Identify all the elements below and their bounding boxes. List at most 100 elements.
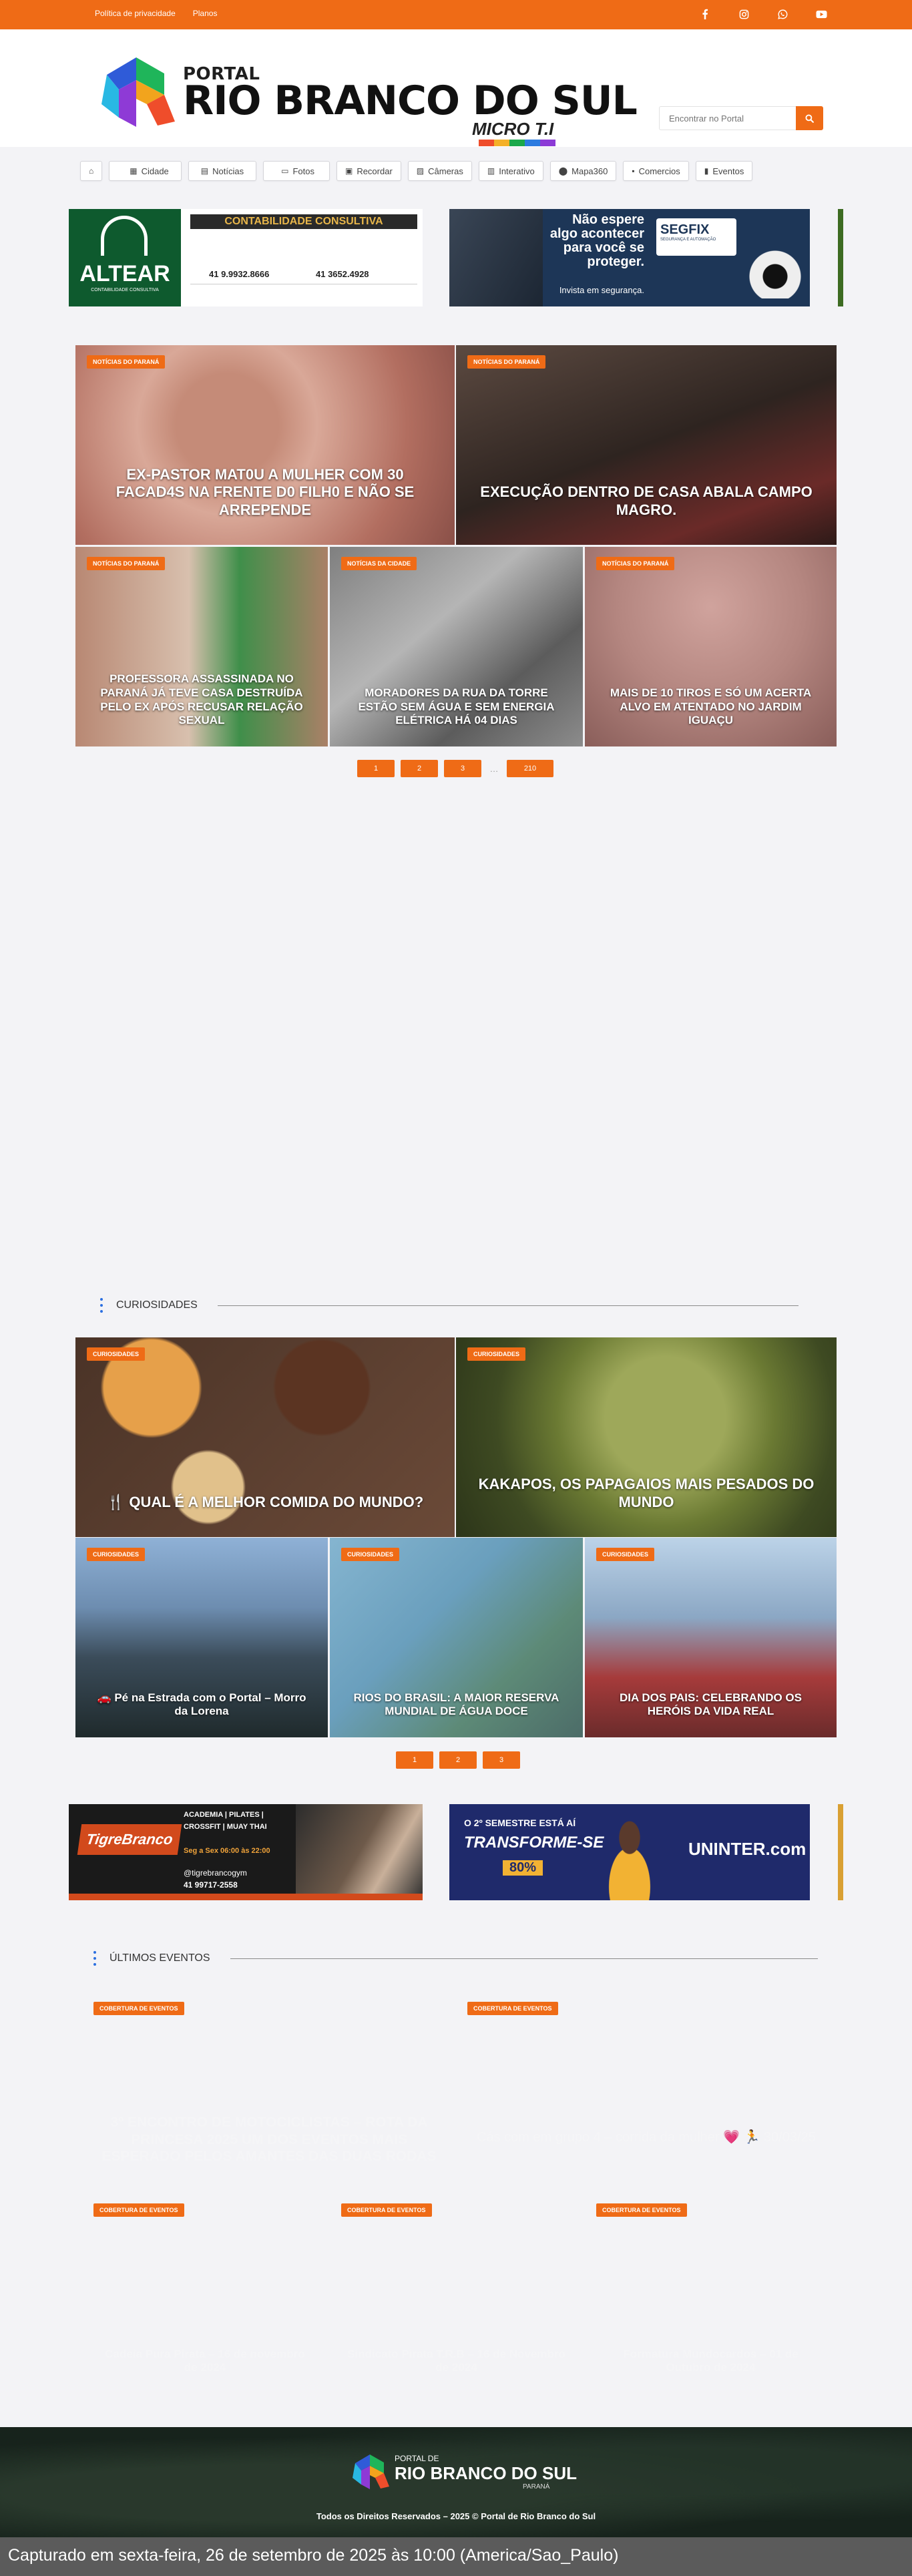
curiosity-tag[interactable]: CURIOSIDADES [596,1548,655,1561]
news-tag[interactable]: NOTÍCIAS DO PARANÁ [87,355,166,369]
capture-caption: Capturado em sexta-feira, 26 de setembro… [0,2537,912,2576]
ad-banner-uninter[interactable]: O 2º SEMESTRE ESTÁ AÍ TRANSFORME-SE 80% … [449,1804,810,1900]
curiosity-title[interactable]: 🍴 QUAL É A MELHOR COMIDA DO MUNDO? [89,1494,441,1537]
instagram-icon[interactable] [737,7,750,21]
event-tag[interactable]: COBERTURA DE EVENTOS [93,2002,184,2015]
curiosity-title[interactable]: KAKAPOS, OS PAPAGAIOS MAIS PESADOS DO MU… [456,1476,837,1537]
event-card[interactable]: COBERTURA DE EVENTOS Formatura Mundocard… [585,2193,837,2394]
nav-interativo[interactable]: ▥ Interativo [478,161,543,181]
plans-link[interactable]: Planos [193,9,218,18]
search-button[interactable] [796,106,823,130]
book-icon: ▮ [704,166,709,176]
news-card[interactable]: NOTÍCIAS DO PARANÁ EX-PASTOR MAT0U A MUL… [75,345,455,545]
tigre-hours: Seg a Sex 06:00 às 22:00 [184,1847,270,1855]
nav-fotos[interactable]: ▭ Fotos [263,161,330,181]
event-card[interactable]: COBERTURA DE EVENTOS Cadeia Pura Pirata … [82,2193,328,2394]
footer-logo-small: PORTAL DE [395,2454,439,2463]
youtube-icon[interactable] [815,7,828,21]
ad-banner-altear[interactable]: ALTEAR CONTABILIDADE CONSULTIVA CONTABIL… [69,209,423,306]
event-tag[interactable]: COBERTURA DE EVENTOS [596,2203,687,2217]
site-logo[interactable]: PORTAL RIO BRANCO DO SUL MICRO T.I [95,44,638,161]
page-link[interactable]: 3 [483,1751,520,1769]
news-tag[interactable]: NOTÍCIAS DO PARANÁ [596,557,675,570]
news-title[interactable]: EX-PASTOR MAT0U A MULHER COM 30 FACAD4S … [75,466,455,545]
whatsapp-icon[interactable] [776,7,789,21]
nav-eventos[interactable]: ▮ Eventos [695,161,753,181]
photos-icon: ▭ [281,166,289,176]
curiosity-tag[interactable]: CURIOSIDADES [341,1548,400,1561]
curiosity-card[interactable]: CURIOSIDADES KAKAPOS, OS PAPAGAIOS MAIS … [456,1337,837,1537]
event-title[interactable]: Sindicato Pirata T.R.B – 16 de Novembro … [330,2348,583,2394]
segfix-brand-box: SEGFIX SEGURANÇA E AUTOMAÇÃO [656,218,736,256]
search-input[interactable] [659,106,796,130]
privacy-policy-link[interactable]: Política de privacidade [95,9,176,18]
news-title[interactable]: MORADORES DA RUA DA TORRE ESTÃO SEM ÁGUA… [330,686,583,746]
event-title[interactable]: Cadeia Pura Pirata – 16 de novembro de 2… [82,2348,328,2394]
nav-cameras[interactable]: ▨ Câmeras [407,161,472,181]
page-link[interactable]: 3 [444,760,481,777]
page-link[interactable]: 2 [401,760,438,777]
tigre-address-strip [69,1894,423,1900]
altear-phone-2: 41 3652.4928 [316,269,369,279]
curiosity-tag[interactable]: CURIOSIDADES [467,1347,526,1361]
curiosity-title[interactable]: 🚗 Pé na Estrada com o Portal – Morro da … [75,1691,328,1737]
altear-sub: CONTABILIDADE CONSULTIVA [91,288,159,292]
curiosity-tag[interactable]: CURIOSIDADES [87,1548,146,1561]
logo-mark-icon [101,57,175,127]
news-tag[interactable]: NOTÍCIAS DO PARANÁ [467,355,546,369]
news-card[interactable]: NOTÍCIAS DO PARANÁ PROFESSORA ASSASSINAD… [75,547,328,746]
news-tag[interactable]: NOTÍCIAS DO PARANÁ [87,557,166,570]
event-title[interactable]: Cás com em grupo 4 – corrida da mulher 💗… [459,2129,833,2192]
event-card[interactable]: COBERTURA DE EVENTOS Sindicato Pirata T.… [330,2193,583,2394]
event-tag[interactable]: COBERTURA DE EVENTOS [467,2002,558,2015]
news-title[interactable]: PROFESSORA ASSASSINADA NO PARANÁ JÁ TEVE… [75,672,328,746]
footer-logo[interactable]: PORTAL DE RIO BRANCO DO SUL PARANÁ [349,2444,577,2498]
ad-banner-tigre-branco[interactable]: TigreBranco ACADEMIA | PILATES | CROSSFI… [69,1804,423,1900]
curiosity-card[interactable]: CURIOSIDADES 🍴 QUAL É A MELHOR COMIDA DO… [75,1337,455,1537]
nav-comercios[interactable]: ▪ Comercios [623,161,689,181]
uninter-brand: UNINTER.com [688,1839,807,1859]
curiosity-card[interactable]: CURIOSIDADES 🚗 Pé na Estrada com o Porta… [75,1538,328,1737]
news-tag[interactable]: NOTÍCIAS DA CIDADE [341,557,417,570]
news-card[interactable]: NOTÍCIAS DO PARANÁ MAIS DE 10 TIROS E SÓ… [585,547,837,746]
event-tag[interactable]: COBERTURA DE EVENTOS [341,2203,432,2217]
event-title[interactable]: Formatura Mundocardos – 01 de Outubro de… [585,2348,837,2394]
nav-home[interactable]: ⌂ [80,161,103,181]
nav-recordar[interactable]: ▣ Recordar [336,161,401,181]
event-card[interactable]: COBERTURA DE EVENTOS 3º ENCONTRO DE MOTO… [82,1992,456,2192]
curiosity-title[interactable]: RIOS DO BRASIL: A MAIOR RESERVA MUNDIAL … [330,1691,583,1737]
tigre-brand: TigreBranco [77,1824,182,1855]
tigre-photo [296,1804,423,1900]
page-link[interactable]: 2 [439,1751,477,1769]
section-heading: ÚLTIMOS EVENTOS [93,1951,828,1966]
tigre-handle: @tigrebrancogym [184,1868,247,1878]
logo-color-ribbon [479,140,555,146]
uninter-pct: 80% [503,1860,543,1876]
event-card[interactable]: COBERTURA DE EVENTOS Cás com em grupo 4 … [456,1992,837,2192]
ad-banner-segfix[interactable]: Não espere algo acontecer para você se p… [449,209,810,306]
curiosity-card[interactable]: CURIOSIDADES RIOS DO BRASIL: A MAIOR RES… [330,1538,583,1737]
page-link[interactable]: 210 [507,760,553,777]
city-icon: ▦ [130,166,138,176]
social-links [698,7,828,21]
curiosity-tag[interactable]: CURIOSIDADES [87,1347,146,1361]
page-link[interactable]: 1 [357,760,395,777]
event-tag[interactable]: COBERTURA DE EVENTOS [93,2203,184,2217]
altear-phone-1: 41 9.9932.8666 [209,269,270,279]
news-card[interactable]: NOTÍCIAS DO PARANÁ EXECUÇÃO DENTRO DE CA… [456,345,837,545]
search-box [659,106,823,130]
curiosity-title[interactable]: DIA DOS PAIS: CELEBRANDO OS HERÓIS DA VI… [585,1691,837,1737]
facebook-icon[interactable] [698,7,712,21]
altear-logo-icon [101,216,148,256]
nav-label: Cidade [141,166,169,176]
page-link[interactable]: 1 [396,1751,433,1769]
nav-noticias[interactable]: ▤ Notícias [188,161,257,181]
news-title[interactable]: MAIS DE 10 TIROS E SÓ UM ACERTA ALVO EM … [585,686,837,746]
news-title[interactable]: EXECUÇÃO DENTRO DE CASA ABALA CAMPO MAGR… [456,483,837,545]
curiosity-card[interactable]: CURIOSIDADES DIA DOS PAIS: CELEBRANDO OS… [585,1538,837,1737]
nav-mapa360[interactable]: ⬤ Mapa360 [549,161,617,181]
home-icon: ⌂ [89,166,94,176]
news-card[interactable]: NOTÍCIAS DA CIDADE MORADORES DA RUA DA T… [330,547,583,746]
event-title[interactable]: 3º ENCONTRO DE MOTOCICLISTAS – ROTA DA P… [82,2114,456,2192]
nav-cidade[interactable]: ▦ Cidade [109,161,182,181]
